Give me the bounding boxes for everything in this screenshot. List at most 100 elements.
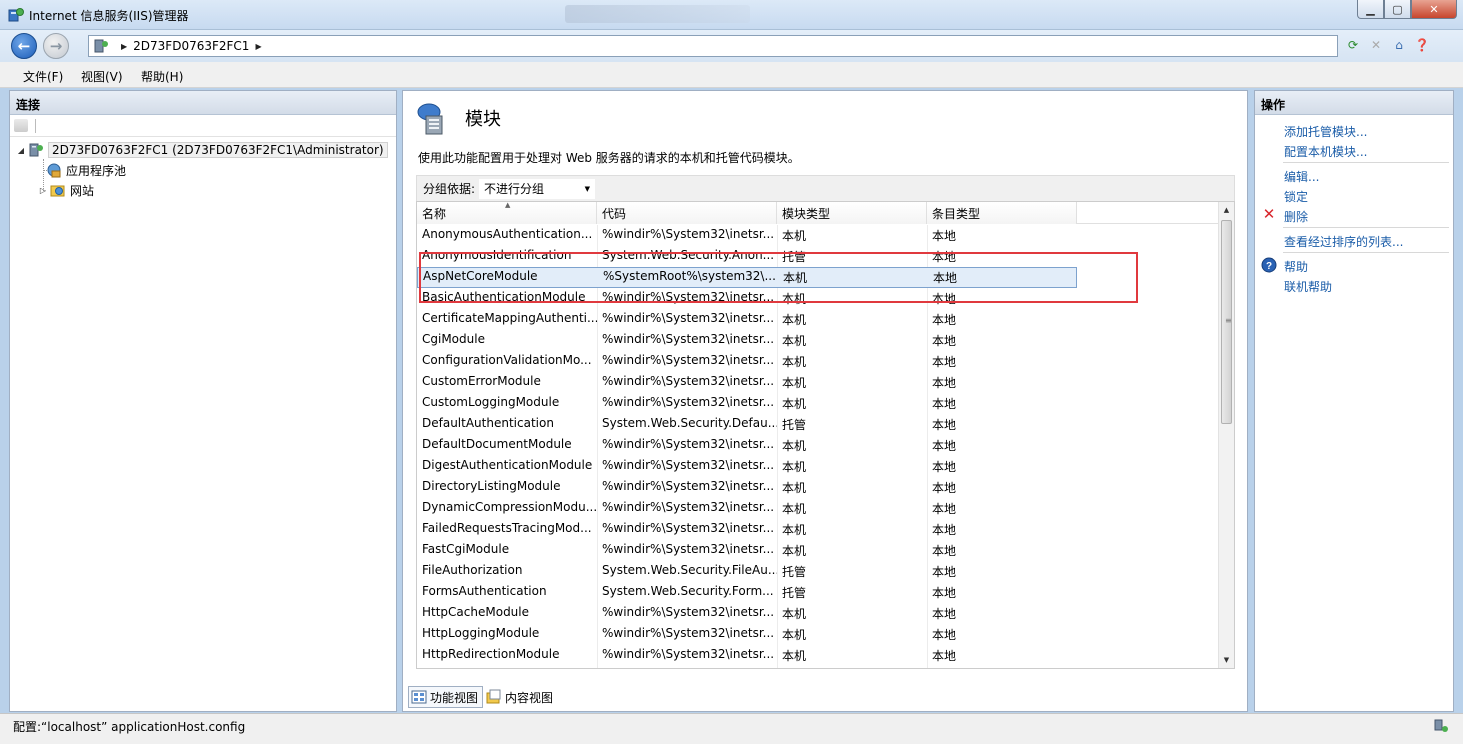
cell-name: FormsAuthentication: [422, 584, 547, 598]
cell-module-type: 本机: [782, 334, 807, 348]
refresh-icon[interactable]: ⟳: [1343, 35, 1363, 55]
menu-help[interactable]: 帮助(H): [141, 68, 183, 85]
back-button[interactable]: ←: [11, 33, 37, 59]
menu-file[interactable]: 文件(F): [23, 68, 63, 85]
table-row[interactable]: ConfigurationValidationMo... %windir%\Sys…: [417, 351, 1077, 372]
cell-module-type: 本机: [782, 628, 807, 642]
tree-label-app-pools[interactable]: 应用程序池: [66, 162, 126, 179]
view-ordered-list-link[interactable]: 查看经过排序的列表...: [1284, 233, 1403, 250]
stop-icon[interactable]: ✕: [1366, 35, 1386, 55]
table-row[interactable]: FileAuthorization System.Web.Security.Fil…: [417, 561, 1077, 582]
group-by-select[interactable]: 不进行分组 ▼: [479, 178, 596, 199]
chevron-right-icon[interactable]: ▶: [255, 42, 261, 51]
table-row[interactable]: FormsAuthentication System.Web.Security.F…: [417, 582, 1077, 603]
lock-link[interactable]: 锁定: [1284, 188, 1308, 205]
delete-link[interactable]: 删除: [1284, 208, 1308, 225]
scroll-thumb[interactable]: ≡: [1221, 220, 1232, 424]
cell-name: FastCgiModule: [422, 542, 510, 556]
tab-content-view[interactable]: 内容视图: [483, 686, 558, 708]
tree-item-sites[interactable]: ▷ 网站: [38, 180, 94, 200]
table-row[interactable]: CertificateMappingAuthenti... %windir%\Sy…: [417, 309, 1077, 330]
table-row[interactable]: AspNetCoreModule %SystemRoot%\system32\..…: [417, 267, 1077, 288]
address-box[interactable]: ▶ 2D73FD0763F2FC1 ▶: [88, 35, 1338, 57]
cell-entry-type: 本地: [932, 586, 957, 600]
cell-entry-type: 本地: [932, 628, 957, 642]
connect-icon[interactable]: [14, 119, 28, 132]
divider: [1283, 252, 1449, 253]
minimize-button[interactable]: ▁: [1357, 0, 1384, 19]
table-row[interactable]: CustomErrorModule %windir%\System32\inets…: [417, 372, 1077, 393]
table-row[interactable]: HttpLoggingModule %windir%\System32\inets…: [417, 624, 1077, 645]
expand-icon[interactable]: ▷: [38, 186, 48, 195]
window-controls: ▁ ▢ ✕: [1357, 0, 1457, 20]
cell-module-type: 本机: [782, 649, 807, 663]
table-row[interactable]: CgiModule %windir%\System32\inetsr... 本机 本地: [417, 330, 1077, 351]
breadcrumb-server[interactable]: 2D73FD0763F2FC1: [133, 39, 249, 53]
table-row[interactable]: BasicAuthenticationModule %windir%\System…: [417, 288, 1077, 309]
tree-item-server[interactable]: ◢ 2D73FD0763F2FC1 (2D73FD0763F2FC1\Admin…: [16, 140, 388, 160]
table-row[interactable]: DirectoryListingModule %windir%\System32\…: [417, 477, 1077, 498]
cell-code: %windir%\System32\inetsr...: [602, 479, 775, 493]
menu-view[interactable]: 视图(V): [81, 68, 123, 85]
help-icon[interactable]: ❓: [1412, 35, 1432, 55]
tree-label-sites[interactable]: 网站: [70, 182, 94, 199]
column-header-entry-type[interactable]: 条目类型: [927, 202, 1077, 224]
home-icon[interactable]: ⌂: [1389, 35, 1409, 55]
forward-button[interactable]: →: [43, 33, 69, 59]
maximize-button[interactable]: ▢: [1384, 0, 1411, 19]
server-icon: [29, 143, 43, 157]
close-button[interactable]: ✕: [1411, 0, 1457, 19]
chevron-right-icon: ▶: [121, 41, 128, 51]
table-row[interactable]: CustomLoggingModule %windir%\System32\ine…: [417, 393, 1077, 414]
configure-native-modules-link[interactable]: 配置本机模块...: [1284, 143, 1367, 160]
column-header-module-type[interactable]: 模块类型: [777, 202, 927, 224]
cell-name: FileAuthorization: [422, 563, 523, 577]
table-row[interactable]: AnonymousAuthentication... %windir%\Syste…: [417, 225, 1077, 246]
cell-code: %windir%\System32\inetsr...: [602, 626, 775, 640]
cell-entry-type: 本地: [932, 229, 957, 243]
group-by-bar: 分组依据: 不进行分组 ▼: [416, 175, 1235, 201]
tab-features-view[interactable]: 功能视图: [408, 686, 484, 708]
table-row[interactable]: HttpCacheModule %windir%\System32\inetsr.…: [417, 603, 1077, 624]
cell-name: DynamicCompressionModu...: [422, 500, 597, 514]
cell-module-type: 本机: [782, 439, 807, 453]
scroll-down-icon[interactable]: ▼: [1219, 652, 1234, 668]
tree-item-app-pools[interactable]: 应用程序池: [44, 160, 126, 180]
group-by-value: 不进行分组: [484, 182, 545, 196]
help-link[interactable]: 帮助: [1284, 258, 1308, 275]
title-bar: Internet 信息服务(IIS)管理器 ▁ ▢ ✕: [0, 0, 1463, 30]
dropdown-arrow-icon: ▼: [584, 184, 591, 193]
column-header-code[interactable]: 代码: [597, 202, 777, 224]
table-row[interactable]: DynamicCompressionModu... %windir%\System…: [417, 498, 1077, 519]
table-row[interactable]: DigestAuthenticationModule %windir%\Syste…: [417, 456, 1077, 477]
table-row[interactable]: DefaultDocumentModule %windir%\System32\i…: [417, 435, 1077, 456]
svg-text:?: ?: [1266, 261, 1272, 272]
add-managed-module-link[interactable]: 添加托管模块...: [1284, 123, 1367, 140]
address-tools: ⟳ ✕ ⌂ ❓: [1343, 35, 1432, 55]
sites-folder-icon: [50, 185, 65, 197]
collapse-icon[interactable]: ◢: [16, 146, 26, 155]
cell-code: %windir%\System32\inetsr...: [602, 500, 775, 514]
divider: [1283, 162, 1449, 163]
view-tabs: 功能视图 内容视图: [408, 686, 558, 708]
table-row[interactable]: AnonymousIdentification System.Web.Securi…: [417, 246, 1077, 267]
scroll-up-icon[interactable]: ▲: [1219, 202, 1234, 218]
network-status-icon: [1434, 719, 1448, 732]
tree-label-server[interactable]: 2D73FD0763F2FC1 (2D73FD0763F2FC1\Adminis…: [48, 142, 388, 158]
cell-name: AnonymousIdentification: [422, 248, 572, 262]
divider: [1283, 227, 1449, 228]
modules-list: ▲ 名称 代码 模块类型 条目类型 AnonymousAuthenticatio…: [416, 201, 1235, 669]
table-row[interactable]: FailedRequestsTracingMod... %windir%\Syst…: [417, 519, 1077, 540]
table-row[interactable]: HttpRedirectionModule %windir%\System32\i…: [417, 645, 1077, 666]
cell-name: HttpLoggingModule: [422, 626, 540, 640]
cell-entry-type: 本地: [932, 292, 957, 306]
column-header-name[interactable]: ▲ 名称: [417, 202, 597, 224]
edit-link[interactable]: 编辑...: [1284, 168, 1319, 185]
cell-code: %windir%\System32\inetsr...: [602, 227, 775, 241]
vertical-scrollbar[interactable]: ▲ ≡ ▼: [1218, 202, 1234, 668]
online-help-link[interactable]: 联机帮助: [1284, 278, 1332, 295]
table-row[interactable]: FastCgiModule %windir%\System32\inetsr...…: [417, 540, 1077, 561]
table-row[interactable]: DefaultAuthentication System.Web.Security…: [417, 414, 1077, 435]
cell-code: System.Web.Security.Anon...: [602, 248, 775, 262]
cell-code: %windir%\System32\inetsr...: [602, 542, 775, 556]
